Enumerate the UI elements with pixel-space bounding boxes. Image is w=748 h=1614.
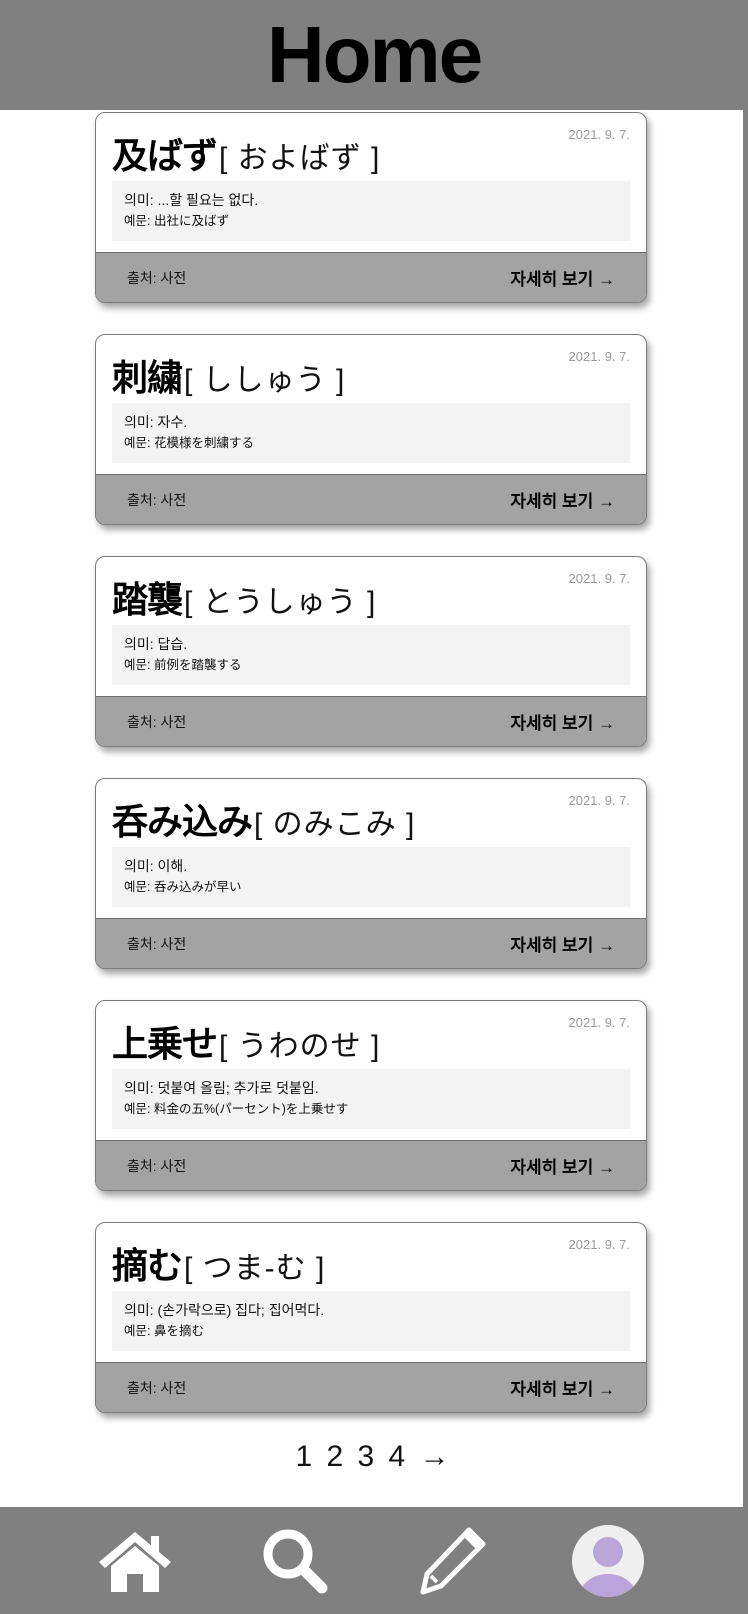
card-description: 의미: ...할 필요는 없다. 예문: 出社に及ばず [112,181,630,241]
pencil-icon [420,1527,486,1594]
card-meaning: 의미: 자수. [124,414,188,430]
card-source: 출처: 사전 [127,713,187,730]
word-card[interactable]: 呑み込み [ のみこみ ] 2021. 9. 7. 의미: 이해. 예문: 呑み… [95,778,647,969]
view-detail-link[interactable]: 자세히 보기 → [510,1375,615,1400]
card-date: 2021. 9. 7. [568,1237,630,1252]
card-meaning: 의미: 답습. [124,636,188,652]
card-footer: 출처: 사전 자세히 보기 → [96,1362,646,1412]
word-title: 摘む [112,1245,183,1286]
nav-write-button[interactable] [412,1507,492,1614]
card-date: 2021. 9. 7. [568,793,630,808]
word-card[interactable]: 上乗せ [ うわのせ ] 2021. 9. 7. 의미: 덧붙여 올림; 추가로… [95,1000,647,1191]
nav-profile-button[interactable] [570,1507,646,1614]
card-example: 예문: 出社に及ばず [124,214,229,228]
card-example: 예문: 呑み込みが早い [124,880,242,894]
app-header: Home [0,0,748,110]
word-card[interactable]: 踏襲 [ とうしゅう ] 2021. 9. 7. 의미: 답습. 예문: 前例を… [95,556,647,747]
card-source: 출처: 사전 [127,1157,187,1174]
card-footer: 출처: 사전 자세히 보기 → [96,918,646,968]
page-link-1[interactable]: 1 [295,1440,315,1473]
view-detail-link[interactable]: 자세히 보기 → [510,1153,615,1178]
card-source: 출처: 사전 [127,491,187,508]
card-source: 출처: 사전 [127,1379,187,1396]
card-footer: 출처: 사전 자세히 보기 → [96,474,646,524]
nav-home-button[interactable] [95,1507,175,1614]
card-example: 예문: 前例を踏襲する [124,658,242,672]
card-meaning: 의미: (손가락으로) 집다; 집어먹다. [124,1302,325,1318]
bottom-navigation [0,1507,748,1614]
card-description: 의미: 이해. 예문: 呑み込みが早い [112,847,630,907]
view-detail-link[interactable]: 자세히 보기 → [510,709,615,734]
card-source: 출처: 사전 [127,935,187,952]
word-title: 踏襲 [112,579,183,620]
scrollbar-track [743,110,748,1507]
word-reading: [ のみこみ ] [254,808,416,841]
word-title: 刺繍 [112,357,183,398]
word-reading: [ うわのせ ] [219,1030,381,1063]
home-icon [99,1531,171,1592]
card-description: 의미: 덧붙여 올림; 추가로 덧붙임. 예문: 料金の五%(パーセント)を上乗… [112,1069,630,1129]
word-title: 呑み込み [112,801,253,842]
word-card[interactable]: 及ばず [ およばず ] 2021. 9. 7. 의미: ...할 필요는 없다… [95,112,647,303]
page-title: Home [266,10,483,99]
view-detail-link[interactable]: 자세히 보기 → [510,265,615,290]
card-footer: 출처: 사전 자세히 보기 → [96,1140,646,1190]
word-reading: [ とうしゅう ] [184,586,377,619]
card-date: 2021. 9. 7. [568,1015,630,1030]
card-footer: 출처: 사전 자세히 보기 → [96,252,646,302]
card-description: 의미: 답습. 예문: 前例を踏襲する [112,625,630,685]
card-description: 의미: (손가락으로) 집다; 집어먹다. 예문: 鼻を摘む [112,1291,630,1351]
word-reading: [ ししゅう ] [184,364,346,397]
view-detail-link[interactable]: 자세히 보기 → [510,487,615,512]
card-date: 2021. 9. 7. [568,571,630,586]
card-example: 예문: 料金の五%(パーセント)を上乗せす [124,1102,349,1116]
word-title: 及ばず [112,135,218,176]
card-description: 의미: 자수. 예문: 花模様を刺繍する [112,403,630,463]
page-link-2[interactable]: 2 [326,1440,346,1473]
word-card[interactable]: 刺繍 [ ししゅう ] 2021. 9. 7. 의미: 자수. 예문: 花模様を… [95,334,647,525]
card-footer: 출처: 사전 자세히 보기 → [96,696,646,746]
word-reading: [ つま-む ] [184,1252,326,1285]
card-meaning: 의미: ...할 필요는 없다. [124,192,259,208]
card-example: 예문: 鼻を摘む [124,1324,204,1338]
card-meaning: 의미: 덧붙여 올림; 추가로 덧붙임. [124,1080,319,1096]
card-date: 2021. 9. 7. [568,127,630,142]
card-date: 2021. 9. 7. [568,349,630,364]
word-card[interactable]: 摘む [ つま-む ] 2021. 9. 7. 의미: (손가락으로) 집다; … [95,1222,647,1413]
card-meaning: 의미: 이해. [124,858,188,874]
word-reading: [ およばず ] [219,142,381,175]
card-source: 출처: 사전 [127,269,187,286]
avatar-icon [572,1524,644,1597]
search-icon [263,1529,328,1593]
nav-search-button[interactable] [255,1507,335,1614]
next-page-arrow[interactable]: → [420,1440,453,1473]
page-link-3[interactable]: 3 [358,1440,378,1473]
card-example: 예문: 花模様を刺繍する [124,436,254,450]
word-title: 上乗せ [112,1023,218,1064]
pagination: 1 2 3 4 → [0,1440,748,1474]
page-link-4[interactable]: 4 [389,1440,409,1473]
view-detail-link[interactable]: 자세히 보기 → [510,931,615,956]
